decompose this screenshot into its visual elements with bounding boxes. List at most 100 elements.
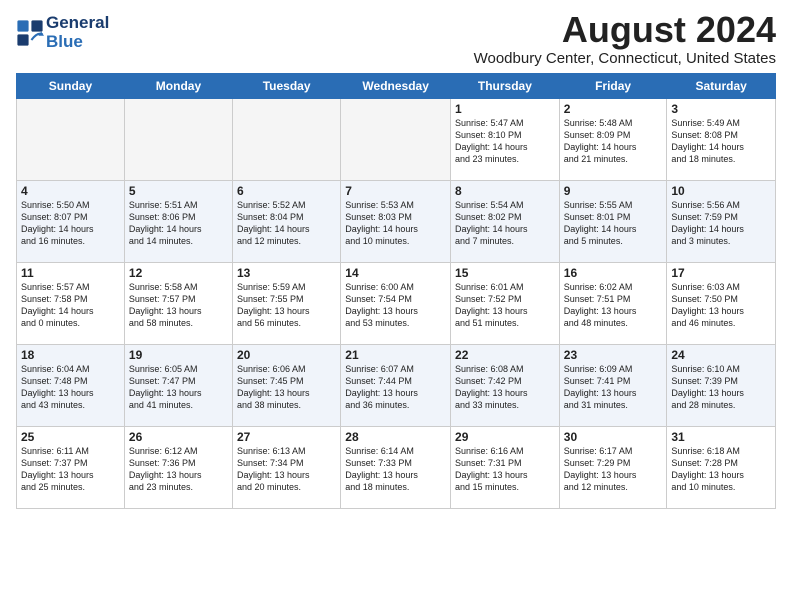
header-wednesday: Wednesday [341, 73, 451, 98]
day-number: 27 [237, 430, 336, 444]
day-number: 20 [237, 348, 336, 362]
calendar-cell: 16Sunrise: 6:02 AM Sunset: 7:51 PM Dayli… [559, 262, 667, 344]
calendar-cell: 28Sunrise: 6:14 AM Sunset: 7:33 PM Dayli… [341, 426, 451, 508]
calendar-cell [124, 98, 232, 180]
cell-info: Sunrise: 6:02 AM Sunset: 7:51 PM Dayligh… [564, 281, 663, 330]
calendar-cell: 22Sunrise: 6:08 AM Sunset: 7:42 PM Dayli… [451, 344, 560, 426]
calendar-cell: 26Sunrise: 6:12 AM Sunset: 7:36 PM Dayli… [124, 426, 232, 508]
calendar: Sunday Monday Tuesday Wednesday Thursday… [16, 73, 776, 509]
calendar-week-row: 25Sunrise: 6:11 AM Sunset: 7:37 PM Dayli… [17, 426, 776, 508]
day-number: 5 [129, 184, 228, 198]
cell-info: Sunrise: 5:52 AM Sunset: 8:04 PM Dayligh… [237, 199, 336, 248]
calendar-cell: 15Sunrise: 6:01 AM Sunset: 7:52 PM Dayli… [451, 262, 560, 344]
day-number: 6 [237, 184, 336, 198]
day-number: 9 [564, 184, 663, 198]
calendar-cell: 19Sunrise: 6:05 AM Sunset: 7:47 PM Dayli… [124, 344, 232, 426]
calendar-cell: 31Sunrise: 6:18 AM Sunset: 7:28 PM Dayli… [667, 426, 776, 508]
cell-info: Sunrise: 6:00 AM Sunset: 7:54 PM Dayligh… [345, 281, 446, 330]
cell-info: Sunrise: 6:10 AM Sunset: 7:39 PM Dayligh… [671, 363, 771, 412]
calendar-cell: 10Sunrise: 5:56 AM Sunset: 7:59 PM Dayli… [667, 180, 776, 262]
cell-info: Sunrise: 6:04 AM Sunset: 7:48 PM Dayligh… [21, 363, 120, 412]
calendar-cell: 25Sunrise: 6:11 AM Sunset: 7:37 PM Dayli… [17, 426, 125, 508]
cell-info: Sunrise: 6:16 AM Sunset: 7:31 PM Dayligh… [455, 445, 555, 494]
cell-info: Sunrise: 5:49 AM Sunset: 8:08 PM Dayligh… [671, 117, 771, 166]
calendar-cell: 18Sunrise: 6:04 AM Sunset: 7:48 PM Dayli… [17, 344, 125, 426]
cell-info: Sunrise: 5:53 AM Sunset: 8:03 PM Dayligh… [345, 199, 446, 248]
day-number: 12 [129, 266, 228, 280]
calendar-cell: 1Sunrise: 5:47 AM Sunset: 8:10 PM Daylig… [451, 98, 560, 180]
day-number: 22 [455, 348, 555, 362]
cell-info: Sunrise: 5:59 AM Sunset: 7:55 PM Dayligh… [237, 281, 336, 330]
day-number: 28 [345, 430, 446, 444]
header-tuesday: Tuesday [233, 73, 341, 98]
calendar-cell: 17Sunrise: 6:03 AM Sunset: 7:50 PM Dayli… [667, 262, 776, 344]
calendar-cell [233, 98, 341, 180]
logo-general: General [46, 13, 109, 32]
cell-info: Sunrise: 5:47 AM Sunset: 8:10 PM Dayligh… [455, 117, 555, 166]
cell-info: Sunrise: 5:54 AM Sunset: 8:02 PM Dayligh… [455, 199, 555, 248]
calendar-week-row: 1Sunrise: 5:47 AM Sunset: 8:10 PM Daylig… [17, 98, 776, 180]
calendar-cell: 29Sunrise: 6:16 AM Sunset: 7:31 PM Dayli… [451, 426, 560, 508]
cell-info: Sunrise: 5:57 AM Sunset: 7:58 PM Dayligh… [21, 281, 120, 330]
calendar-week-row: 18Sunrise: 6:04 AM Sunset: 7:48 PM Dayli… [17, 344, 776, 426]
calendar-cell: 24Sunrise: 6:10 AM Sunset: 7:39 PM Dayli… [667, 344, 776, 426]
calendar-cell: 9Sunrise: 5:55 AM Sunset: 8:01 PM Daylig… [559, 180, 667, 262]
logo-blue: Blue [46, 32, 83, 51]
calendar-cell: 13Sunrise: 5:59 AM Sunset: 7:55 PM Dayli… [233, 262, 341, 344]
calendar-cell: 30Sunrise: 6:17 AM Sunset: 7:29 PM Dayli… [559, 426, 667, 508]
cell-info: Sunrise: 5:56 AM Sunset: 7:59 PM Dayligh… [671, 199, 771, 248]
calendar-cell: 11Sunrise: 5:57 AM Sunset: 7:58 PM Dayli… [17, 262, 125, 344]
calendar-cell: 4Sunrise: 5:50 AM Sunset: 8:07 PM Daylig… [17, 180, 125, 262]
calendar-cell: 20Sunrise: 6:06 AM Sunset: 7:45 PM Dayli… [233, 344, 341, 426]
header-saturday: Saturday [667, 73, 776, 98]
page: General Blue August 2024 Woodbury Center… [0, 0, 792, 515]
cell-info: Sunrise: 5:51 AM Sunset: 8:06 PM Dayligh… [129, 199, 228, 248]
cell-info: Sunrise: 6:01 AM Sunset: 7:52 PM Dayligh… [455, 281, 555, 330]
header-friday: Friday [559, 73, 667, 98]
cell-info: Sunrise: 6:03 AM Sunset: 7:50 PM Dayligh… [671, 281, 771, 330]
cell-info: Sunrise: 6:06 AM Sunset: 7:45 PM Dayligh… [237, 363, 336, 412]
cell-info: Sunrise: 6:09 AM Sunset: 7:41 PM Dayligh… [564, 363, 663, 412]
day-number: 11 [21, 266, 120, 280]
day-number: 17 [671, 266, 771, 280]
day-number: 26 [129, 430, 228, 444]
header-monday: Monday [124, 73, 232, 98]
day-number: 19 [129, 348, 228, 362]
day-number: 21 [345, 348, 446, 362]
cell-info: Sunrise: 6:18 AM Sunset: 7:28 PM Dayligh… [671, 445, 771, 494]
cell-info: Sunrise: 5:58 AM Sunset: 7:57 PM Dayligh… [129, 281, 228, 330]
day-number: 30 [564, 430, 663, 444]
month-title: August 2024 [474, 10, 776, 50]
cell-info: Sunrise: 5:50 AM Sunset: 8:07 PM Dayligh… [21, 199, 120, 248]
day-number: 2 [564, 102, 663, 116]
cell-info: Sunrise: 5:55 AM Sunset: 8:01 PM Dayligh… [564, 199, 663, 248]
day-number: 1 [455, 102, 555, 116]
cell-info: Sunrise: 6:08 AM Sunset: 7:42 PM Dayligh… [455, 363, 555, 412]
title-block: August 2024 Woodbury Center, Connecticut… [474, 10, 776, 67]
day-number: 15 [455, 266, 555, 280]
calendar-cell: 5Sunrise: 5:51 AM Sunset: 8:06 PM Daylig… [124, 180, 232, 262]
day-number: 16 [564, 266, 663, 280]
day-number: 4 [21, 184, 120, 198]
calendar-cell: 6Sunrise: 5:52 AM Sunset: 8:04 PM Daylig… [233, 180, 341, 262]
calendar-cell: 3Sunrise: 5:49 AM Sunset: 8:08 PM Daylig… [667, 98, 776, 180]
day-number: 23 [564, 348, 663, 362]
weekday-header-row: Sunday Monday Tuesday Wednesday Thursday… [17, 73, 776, 98]
day-number: 29 [455, 430, 555, 444]
day-number: 14 [345, 266, 446, 280]
logo-text: General Blue [46, 14, 109, 51]
day-number: 25 [21, 430, 120, 444]
day-number: 8 [455, 184, 555, 198]
calendar-cell: 27Sunrise: 6:13 AM Sunset: 7:34 PM Dayli… [233, 426, 341, 508]
calendar-cell [17, 98, 125, 180]
calendar-cell: 7Sunrise: 5:53 AM Sunset: 8:03 PM Daylig… [341, 180, 451, 262]
calendar-cell: 2Sunrise: 5:48 AM Sunset: 8:09 PM Daylig… [559, 98, 667, 180]
calendar-cell: 14Sunrise: 6:00 AM Sunset: 7:54 PM Dayli… [341, 262, 451, 344]
day-number: 24 [671, 348, 771, 362]
location: Woodbury Center, Connecticut, United Sta… [474, 50, 776, 67]
calendar-cell: 23Sunrise: 6:09 AM Sunset: 7:41 PM Dayli… [559, 344, 667, 426]
day-number: 31 [671, 430, 771, 444]
header: General Blue August 2024 Woodbury Center… [16, 10, 776, 67]
cell-info: Sunrise: 6:07 AM Sunset: 7:44 PM Dayligh… [345, 363, 446, 412]
day-number: 7 [345, 184, 446, 198]
